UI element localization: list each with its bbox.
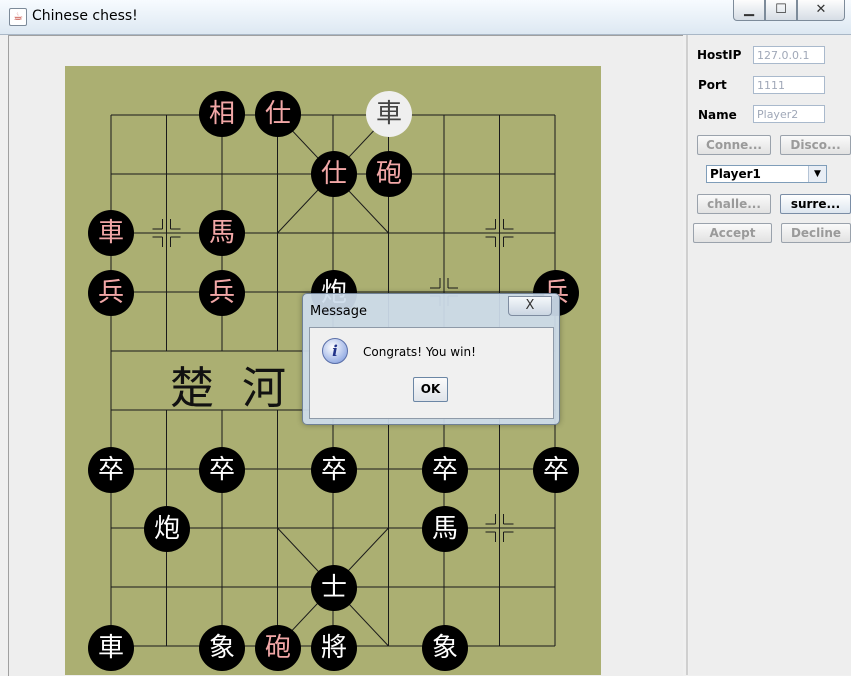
host-ip-field[interactable]: 127.0.0.1 <box>753 46 825 64</box>
chess-piece[interactable]: 將 <box>311 625 357 671</box>
chess-piece[interactable]: 卒 <box>311 447 357 493</box>
info-icon: i <box>322 338 348 364</box>
player-select[interactable]: Player1 ▼ <box>706 165 827 183</box>
host-label: HostIP <box>697 48 742 62</box>
chess-piece[interactable]: 象 <box>422 625 468 671</box>
java-app-icon: ☕ <box>9 8 27 26</box>
challenge-button[interactable]: challe... <box>697 194 771 214</box>
player-select-value: Player1 <box>710 167 761 181</box>
dialog-title: Message <box>310 304 367 319</box>
disconnect-button[interactable]: Disco... <box>780 135 851 155</box>
chess-piece[interactable]: 車 <box>88 210 134 256</box>
river-label-left: 楚 <box>170 363 214 414</box>
dialog-message: Congrats! You win! <box>363 345 476 359</box>
port-field[interactable]: 1111 <box>753 76 825 94</box>
decline-button[interactable]: Decline <box>781 223 851 243</box>
chess-piece[interactable]: 象 <box>199 625 245 671</box>
minimize-button[interactable]: ▁ <box>733 0 765 21</box>
chess-piece[interactable]: 兵 <box>199 270 245 316</box>
maximize-button[interactable]: ☐ <box>765 0 797 21</box>
name-label: Name <box>698 108 737 122</box>
dropdown-arrow-icon[interactable]: ▼ <box>808 166 826 182</box>
chess-piece[interactable]: 卒 <box>422 447 468 493</box>
close-button[interactable]: ✕ <box>797 0 845 21</box>
chess-piece[interactable]: 車 <box>88 625 134 671</box>
window-controls: ▁ ☐ ✕ <box>733 0 845 22</box>
chess-piece[interactable]: 炮 <box>144 506 190 552</box>
chess-piece[interactable]: 馬 <box>422 506 468 552</box>
port-label: Port <box>698 78 727 92</box>
chess-piece[interactable]: 砲 <box>366 151 412 197</box>
chess-piece[interactable]: 卒 <box>533 447 579 493</box>
dialog-body: i Congrats! You win! OK <box>309 327 554 419</box>
accept-button[interactable]: Accept <box>693 223 772 243</box>
chess-piece[interactable]: 仕 <box>311 151 357 197</box>
ok-button[interactable]: OK <box>413 377 448 402</box>
control-panel <box>689 35 851 675</box>
chess-piece[interactable]: 砲 <box>255 625 301 671</box>
window-titlebar: ☕ Chinese chess! ▁ ☐ ✕ <box>0 0 851 35</box>
connect-button[interactable]: Conne... <box>697 135 771 155</box>
window-title: Chinese chess! <box>32 8 138 24</box>
chess-piece[interactable]: 馬 <box>199 210 245 256</box>
chess-piece[interactable]: 相 <box>199 91 245 137</box>
name-field[interactable]: Player2 <box>753 105 825 123</box>
river-label-right: 河 <box>242 363 286 414</box>
chess-piece[interactable]: 兵 <box>88 270 134 316</box>
split-divider[interactable] <box>686 35 688 675</box>
surrender-button[interactable]: surre... <box>780 194 851 214</box>
dialog-close-button[interactable]: X <box>508 296 552 316</box>
message-dialog: Message X i Congrats! You win! OK <box>302 293 560 425</box>
chess-piece[interactable]: 車 <box>366 91 412 137</box>
chess-piece[interactable]: 卒 <box>199 447 245 493</box>
chess-piece[interactable]: 士 <box>311 565 357 611</box>
chess-piece[interactable]: 卒 <box>88 447 134 493</box>
chess-piece[interactable]: 仕 <box>255 91 301 137</box>
